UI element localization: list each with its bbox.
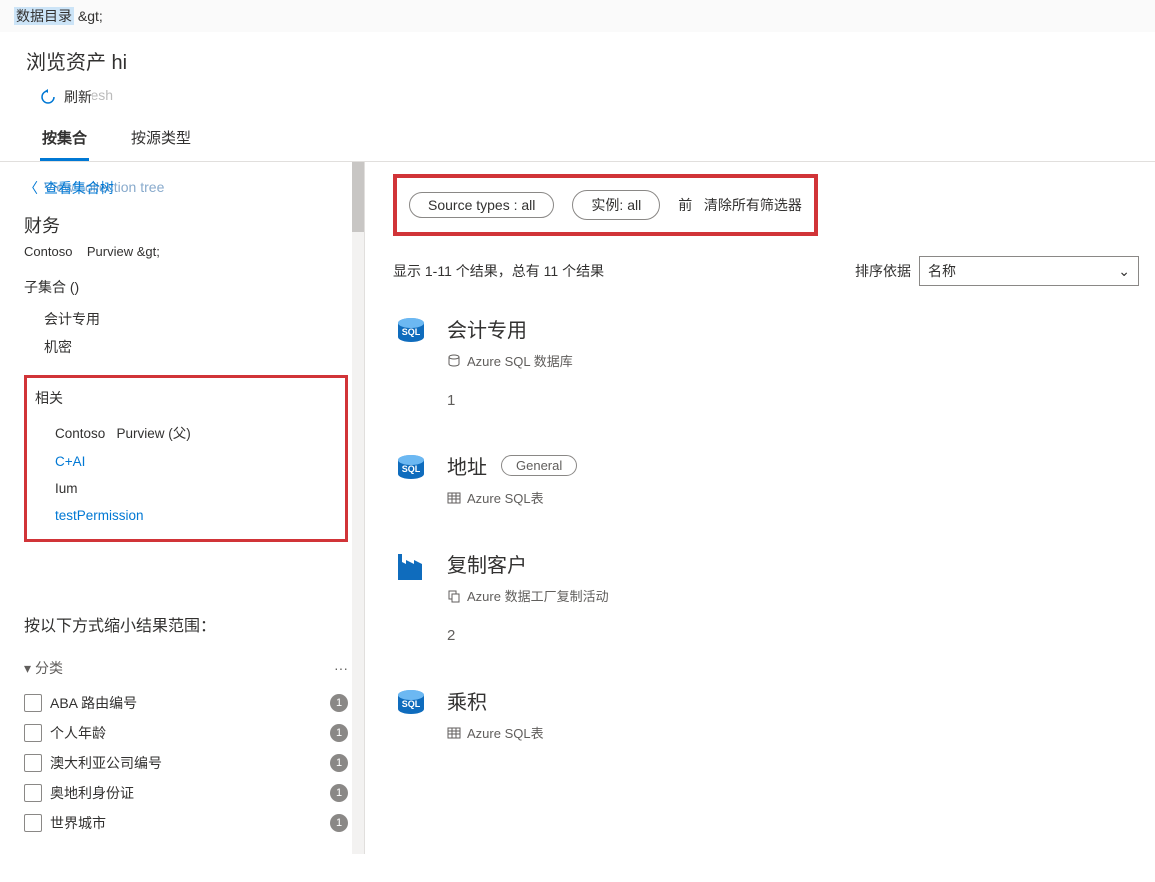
asset-title: 会计专用 [447, 314, 527, 343]
clear-label: 清除所有筛选器 [704, 197, 802, 213]
facet-count-badge: 1 [330, 724, 348, 742]
asset-row[interactable]: 复制客户 Azure 数据工厂复制活动 2 [393, 531, 1139, 668]
asset-row[interactable]: SQL 地址 General Azure SQL表 [393, 433, 1139, 531]
clear-prefix: 前 [678, 197, 692, 213]
svg-text:SQL: SQL [402, 327, 421, 337]
clear-all-filters[interactable]: 前 清除所有筛选器 [678, 195, 802, 215]
asset-number: 1 [447, 392, 1139, 409]
related-item-link[interactable]: testPermission [55, 502, 337, 529]
asset-row[interactable]: SQL 乘积 Azure SQL表 [393, 668, 1139, 766]
collection-title: 财务 [24, 212, 348, 238]
related-item: Contoso Purview (父) [55, 416, 337, 448]
facet-count-badge: 1 [330, 694, 348, 712]
facet-row[interactable]: ABA 路由编号 1 [24, 688, 348, 718]
facet-count-badge: 1 [330, 814, 348, 832]
checkbox[interactable] [24, 694, 42, 712]
facet-label: 奥地利身份证 [50, 783, 134, 803]
asset-subtype: Azure SQL表 [467, 723, 544, 742]
asset-row[interactable]: SQL 会计专用 Azure SQL 数据库 1 [393, 296, 1139, 433]
related-label: 相关 [35, 388, 337, 408]
back-link[interactable]: 〈 View collection tree 查看集合树 [24, 178, 348, 198]
sort-value: 名称 [928, 261, 956, 281]
facet-row[interactable]: 澳大利亚公司编号 1 [24, 748, 348, 778]
chevron-down-icon: ▾ [24, 660, 31, 677]
tab-by-collection[interactable]: 按集合 [40, 121, 89, 161]
filter-highlight-box: Source types : all 实例: all 前 清除所有筛选器 [393, 174, 818, 236]
subcollection-item[interactable]: 会计专用 [44, 305, 348, 333]
asset-subtype: Azure SQL表 [467, 488, 544, 507]
asset-title: 乘积 [447, 686, 487, 715]
results-info: 显示 1-11 个结果，总有 11 个结果 [393, 261, 604, 281]
facet-count-badge: 1 [330, 784, 348, 802]
asset-title: 地址 [447, 451, 487, 480]
sql-icon: SQL [393, 314, 429, 350]
facet-label: 世界城市 [50, 813, 106, 833]
checkbox[interactable] [24, 784, 42, 802]
facet-row[interactable]: 世界城市 1 [24, 808, 348, 838]
filter-value: all [521, 197, 535, 213]
back-link-label: 查看集合树 [44, 180, 114, 196]
facet-row[interactable]: 奥地利身份证 1 [24, 778, 348, 808]
filter-label: 实例: [591, 197, 623, 213]
checkbox[interactable] [24, 724, 42, 742]
asset-number: 2 [447, 627, 1139, 644]
sort-dropdown[interactable]: 名称 ⌄ [919, 256, 1139, 286]
sort-label: 排序依据 [855, 261, 911, 281]
refresh-label: 刷新 [64, 89, 92, 105]
filter-value: all [627, 197, 641, 213]
main-content: Source types : all 实例: all 前 清除所有筛选器 显示 … [365, 162, 1155, 854]
collection-path: Contoso Purview &gt; [24, 244, 348, 259]
more-icon[interactable]: ··· [334, 660, 348, 676]
related-item-link[interactable]: C+AI [55, 448, 337, 475]
facet-category-header[interactable]: ▾ 分类 ··· [24, 654, 348, 682]
table-icon [447, 726, 461, 740]
subcollection-item[interactable]: 机密 [44, 333, 348, 361]
facet-row[interactable]: 个人年龄 1 [24, 718, 348, 748]
tab-by-source-type[interactable]: 按源类型 [129, 121, 193, 161]
svg-text:SQL: SQL [402, 464, 421, 474]
factory-icon [393, 549, 429, 585]
facet-count-badge: 1 [330, 754, 348, 772]
filter-instances[interactable]: 实例: all [572, 190, 660, 220]
checkbox[interactable] [24, 814, 42, 832]
tabs: 按集合 按源类型 [0, 117, 1155, 162]
facet-label: 澳大利亚公司编号 [50, 753, 162, 773]
copy-icon [447, 589, 461, 603]
facet-category-label: 分类 [35, 658, 63, 678]
asset-title: 复制客户 [447, 549, 527, 578]
related-item: Ium [55, 475, 337, 502]
asset-tag: General [501, 455, 577, 476]
related-highlight-box: 相关 Contoso Purview (父) C+AI Ium testPerm… [24, 375, 348, 542]
asset-subtype: Azure 数据工厂复制活动 [467, 586, 609, 605]
checkbox[interactable] [24, 754, 42, 772]
sql-icon: SQL [393, 686, 429, 722]
chevron-left-icon: 〈 [24, 178, 38, 198]
db-icon [447, 354, 461, 368]
filter-source-types[interactable]: Source types : all [409, 192, 554, 218]
breadcrumb: 数据目录 &gt; [0, 0, 1155, 32]
sql-icon: SQL [393, 451, 429, 487]
scrollbar-track[interactable] [352, 162, 364, 854]
facet-label: ABA 路由编号 [50, 693, 137, 713]
filter-label: Source types : [428, 197, 518, 213]
asset-subtype: Azure SQL 数据库 [467, 351, 573, 370]
narrow-label: 按以下方式缩小结果范围： [24, 612, 348, 636]
page-title: 浏览资产 hi [0, 32, 1155, 79]
chevron-down-icon: ⌄ [1118, 263, 1130, 280]
refresh-icon [40, 89, 56, 105]
scrollbar-thumb[interactable] [352, 162, 364, 232]
breadcrumb-sep: &gt; [74, 8, 103, 24]
table-icon [447, 491, 461, 505]
sidebar: 〈 View collection tree 查看集合树 财务 Contoso … [0, 162, 365, 854]
subcollections-label: 子集合 () [24, 277, 348, 297]
facet-label: 个人年龄 [50, 723, 106, 743]
breadcrumb-part[interactable]: 数据目录 [14, 7, 74, 25]
svg-text:SQL: SQL [402, 699, 421, 709]
refresh-button[interactable]: Refresh 刷新 [0, 79, 1155, 117]
